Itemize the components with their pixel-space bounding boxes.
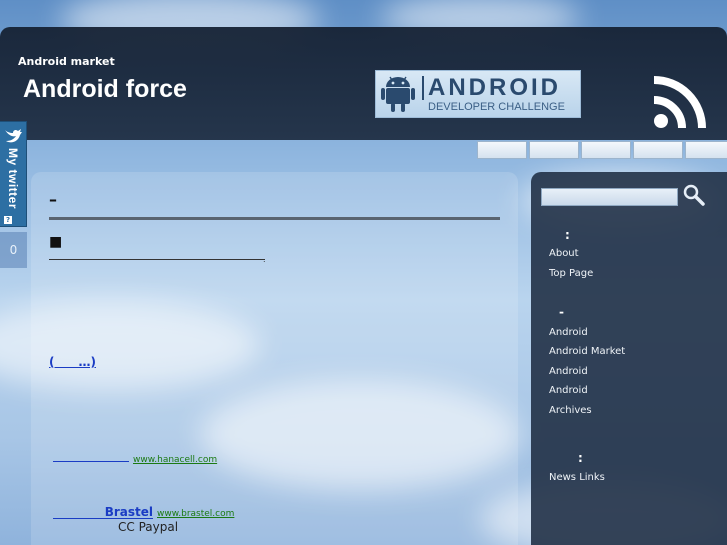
android-challenge-banner[interactable]: ANDROID DEVELOPER CHALLENGE <box>375 70 581 118</box>
twitter-bird-icon <box>5 129 22 143</box>
my-twitter-label: My twitter <box>6 148 20 210</box>
sidebar-link-top-page[interactable]: Top Page <box>549 268 593 279</box>
widget-heading: - <box>559 305 564 319</box>
top-navigation <box>477 141 727 159</box>
bullet-marker: ■ <box>49 234 63 250</box>
sidebar-link-archives[interactable]: Archives <box>549 405 592 416</box>
site-subtitle[interactable]: Android market <box>18 55 115 68</box>
site-header: Android market Android force ANDROID DEV… <box>0 27 727 140</box>
my-twitter-tab[interactable]: My twitter ? <box>0 121 27 227</box>
nav-tab-1[interactable] <box>477 141 527 159</box>
sidebar-link-about[interactable]: About <box>549 248 579 259</box>
ad-row[interactable]: Brastel www.brastel.com <box>53 505 234 519</box>
ad-row[interactable]: www.hanacell.com <box>53 448 217 465</box>
search-input[interactable] <box>541 188 678 206</box>
title-divider <box>49 217 500 220</box>
ad-url-link[interactable]: www.hanacell.com <box>133 455 217 465</box>
twitter-help-icon[interactable]: ? <box>4 216 12 224</box>
banner-subtitle: DEVELOPER CHALLENGE <box>428 100 565 113</box>
widget-heading: : <box>578 451 583 465</box>
main-content: – ■ . ( …) www.hanacell.com Brastel www.… <box>31 172 518 545</box>
site-title[interactable]: Android force <box>23 75 187 104</box>
nav-tab-4[interactable] <box>633 141 683 159</box>
ad-description: CC Paypal <box>118 520 179 534</box>
sidebar-link-android-market[interactable]: Android Market <box>549 346 625 357</box>
bullet-underline <box>49 259 265 260</box>
sidebar-link-android[interactable]: Android <box>549 366 588 377</box>
bullet-dot: . <box>263 255 266 264</box>
android-robot-icon <box>381 76 415 112</box>
sidebar-link-android[interactable]: Android <box>549 385 588 396</box>
post-title[interactable]: – <box>49 190 57 209</box>
sidebar-link-news-links[interactable]: News Links <box>549 472 605 483</box>
widget-heading: : <box>565 228 570 242</box>
sidebar: : About Top Page - Android Android Marke… <box>531 172 727 545</box>
search-icon[interactable] <box>682 183 706 207</box>
nav-tab-5[interactable] <box>685 141 727 159</box>
nav-tab-2[interactable] <box>529 141 579 159</box>
rss-feed-icon[interactable] <box>652 74 708 130</box>
banner-word: ANDROID <box>422 75 565 100</box>
ad-url-link[interactable]: www.brastel.com <box>157 509 234 519</box>
sidebar-link-android[interactable]: Android <box>549 327 588 338</box>
nav-tab-3[interactable] <box>581 141 631 159</box>
ad-name-link[interactable]: Brastel <box>53 505 153 519</box>
read-more-link[interactable]: ( …) <box>49 353 96 370</box>
counter-badge: 0 <box>0 232 27 268</box>
ad-name-link[interactable] <box>53 448 129 462</box>
